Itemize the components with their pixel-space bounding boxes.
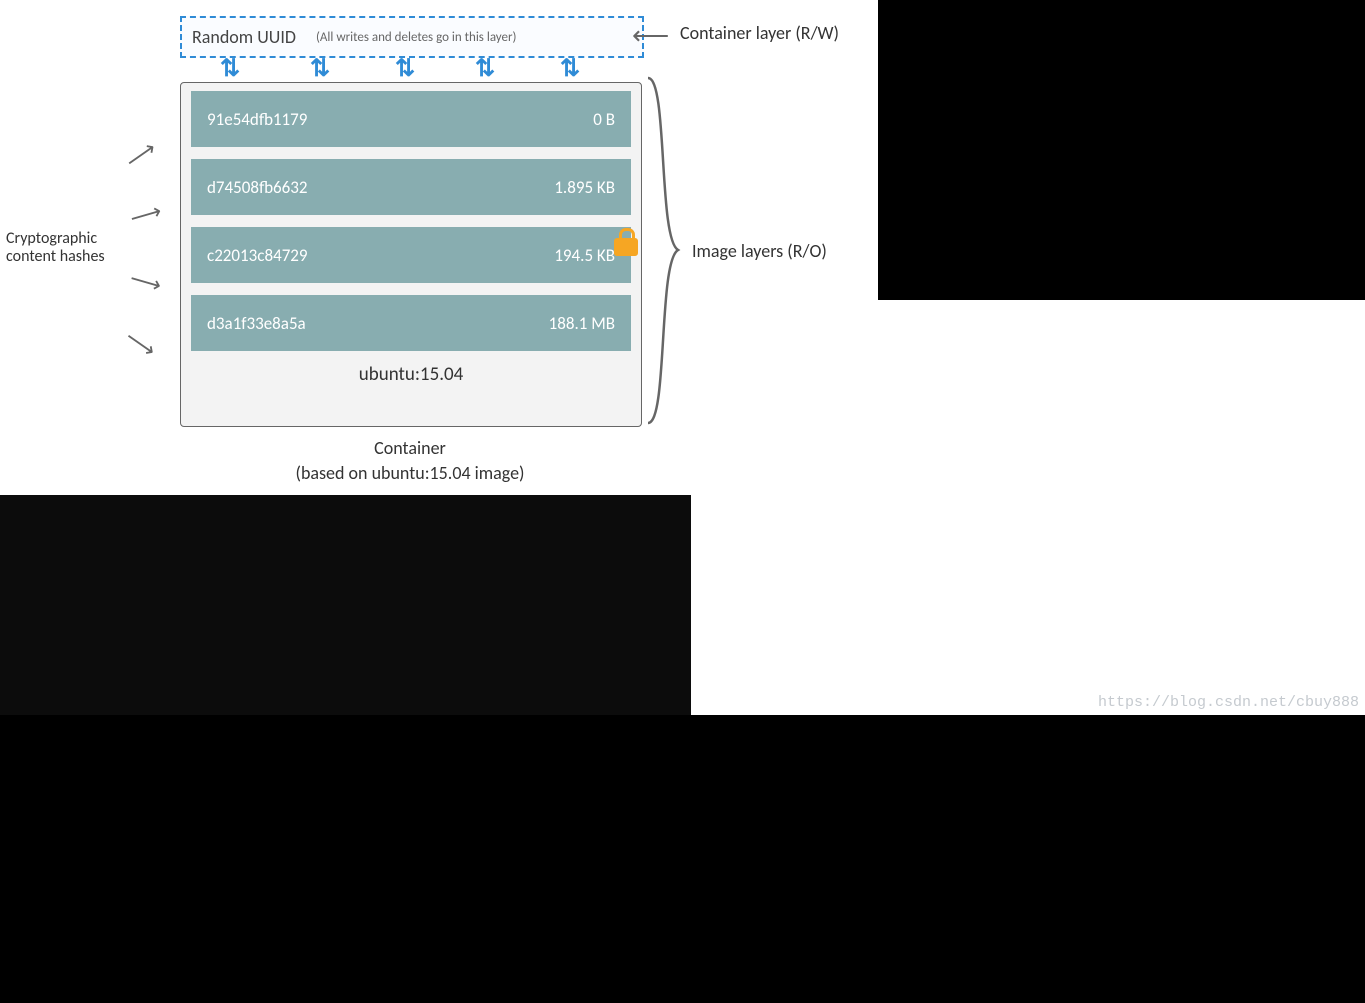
container-layer-label: Container layer (R/W) bbox=[680, 22, 839, 44]
bi-arrow-icon: ⇅ bbox=[220, 62, 240, 76]
layer-size: 1.895 KB bbox=[554, 177, 615, 198]
layer-hash: c22013c84729 bbox=[207, 245, 308, 266]
bi-arrow-icon: ⇅ bbox=[475, 62, 495, 76]
arrow-left-icon: ⟵ bbox=[632, 22, 669, 48]
caption-line: Container bbox=[190, 436, 630, 461]
layer-row: c22013c84729 194.5 KB bbox=[191, 227, 631, 283]
arrow-icon: ⟶ bbox=[127, 197, 165, 232]
rw-layer-sublabel: (All writes and deletes go in this layer… bbox=[316, 30, 517, 45]
dark-panel bbox=[0, 495, 691, 715]
layer-size: 188.1 MB bbox=[549, 313, 615, 334]
watermark: https://blog.csdn.net/cbuy888 bbox=[1098, 694, 1359, 711]
hashes-label: Cryptographic content hashes bbox=[6, 230, 126, 267]
bi-arrow-icon: ⇅ bbox=[560, 62, 580, 76]
image-layers-box: 91e54dfb1179 0 B d74508fb6632 1.895 KB c22… bbox=[180, 82, 642, 427]
bi-arrow-icon: ⇅ bbox=[395, 62, 415, 76]
layer-hash: d74508fb6632 bbox=[207, 177, 308, 198]
brace-icon bbox=[646, 78, 680, 423]
hashes-label-line: content hashes bbox=[6, 248, 126, 266]
image-layers-label: Image layers (R/O) bbox=[692, 240, 827, 262]
lock-icon bbox=[614, 228, 638, 256]
arrow-icon: ⟶ bbox=[120, 134, 161, 174]
diagram-shared-image: 🐳dockerThin R/W layer🐳dockerThin R/W lay… bbox=[691, 300, 1365, 715]
layer-hash: d3a1f33e8a5a bbox=[207, 313, 306, 334]
layer-size: 194.5 KB bbox=[554, 245, 615, 266]
layer-hash: 91e54dfb1179 bbox=[207, 109, 307, 130]
layer-size: 0 B bbox=[593, 109, 615, 130]
image-tag: ubuntu:15.04 bbox=[191, 363, 631, 386]
bi-arrow-icon: ⇅ bbox=[310, 62, 330, 76]
layer-row: d3a1f33e8a5a 188.1 MB bbox=[191, 295, 631, 351]
rw-layer-box: Random UUID (All writes and deletes go i… bbox=[180, 16, 644, 58]
caption-line: (based on ubuntu:15.04 image) bbox=[190, 461, 630, 486]
rw-layer-label: Random UUID bbox=[192, 26, 296, 48]
hashes-label-line: Cryptographic bbox=[6, 230, 126, 248]
arrow-icon: ⟶ bbox=[120, 323, 161, 363]
layer-row: 91e54dfb1179 0 B bbox=[191, 91, 631, 147]
layer-row: d74508fb6632 1.895 KB bbox=[191, 159, 631, 215]
arrow-icon: ⟶ bbox=[127, 264, 165, 299]
caption: Container (based on ubuntu:15.04 image) bbox=[190, 436, 630, 486]
